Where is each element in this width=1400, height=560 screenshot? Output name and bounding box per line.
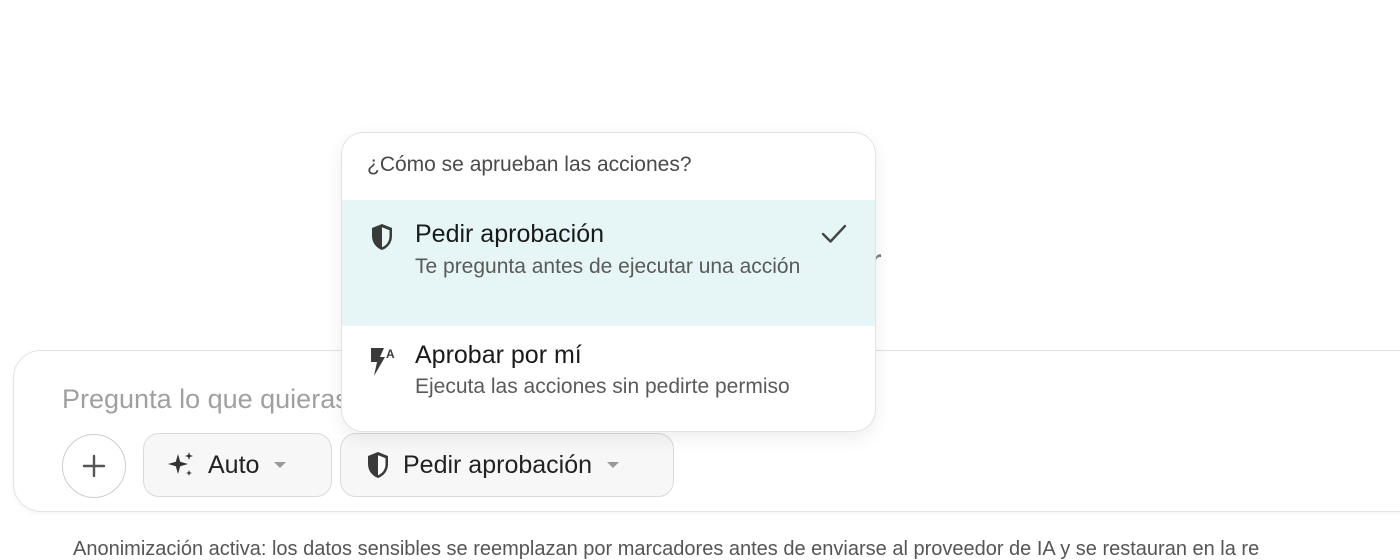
option-description: Te pregunta antes de ejecutar una acción: [415, 255, 801, 278]
approval-mode-label: Pedir aprobación: [403, 450, 593, 479]
option-title: Aprobar por mí: [415, 341, 582, 369]
shield-icon: [369, 222, 395, 257]
option-title: Pedir aprobación: [415, 220, 605, 248]
menu-option-auto-approve[interactable]: A Aprobar por mí Ejecuta las acciones si…: [342, 328, 875, 431]
option-description: Ejecuta las acciones sin pedirte permiso: [415, 375, 790, 398]
approval-mode-menu: ¿Cómo se aprueban las acciones? Pedir ap…: [341, 132, 876, 432]
shield-icon: [365, 450, 391, 480]
add-attachment-button[interactable]: [62, 434, 126, 498]
approval-mode-button[interactable]: Pedir aprobación: [340, 433, 674, 497]
model-selector-label: Auto: [208, 450, 260, 479]
bolt-auto-icon: A: [369, 346, 399, 383]
anonymization-notice: Anonimización activa: los datos sensible…: [73, 538, 1260, 560]
model-selector-button[interactable]: Auto: [143, 433, 332, 497]
svg-text:A: A: [386, 347, 395, 361]
sparkle-icon: [166, 450, 196, 480]
app-page: ¡Hola, Elena! ¿En qué quieres trabajar A…: [0, 0, 1400, 560]
check-icon: [820, 222, 848, 251]
chevron-down-icon: [606, 460, 620, 470]
plus-icon: [82, 454, 106, 478]
chevron-down-icon: [273, 460, 287, 470]
menu-option-ask-approval[interactable]: Pedir aprobación Te pregunta antes de ej…: [342, 200, 875, 326]
menu-title: ¿Cómo se aprueban las acciones?: [367, 153, 692, 176]
